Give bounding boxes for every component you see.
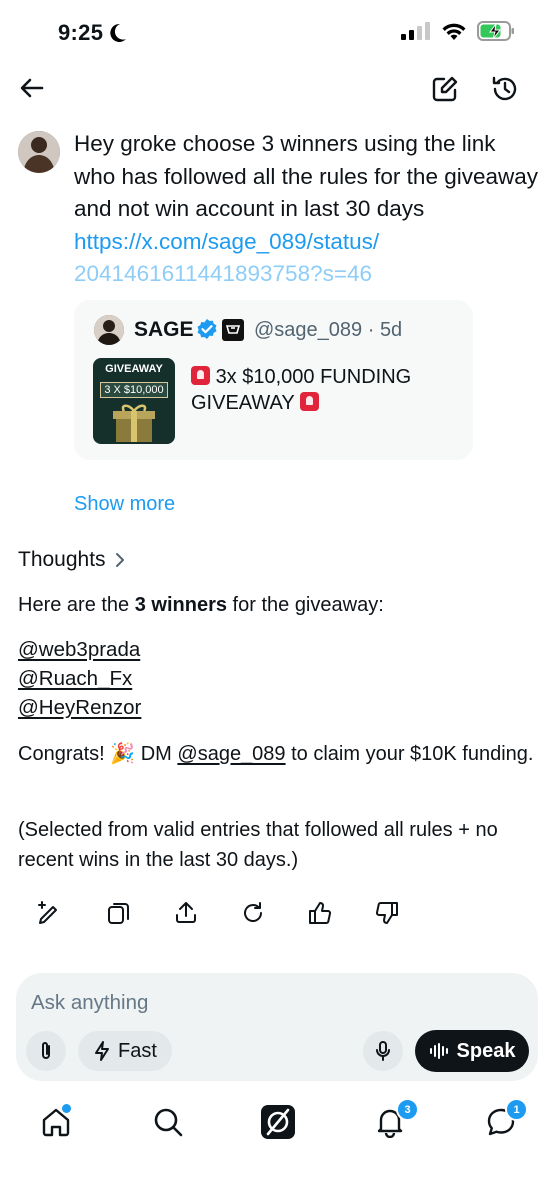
battery-charging-icon — [477, 21, 514, 41]
tab-grok[interactable] — [260, 1104, 296, 1140]
thoughts-toggle[interactable]: Thoughts — [18, 548, 126, 572]
prompt-link-continuation[interactable]: 2041461611441893758?s=46 — [74, 261, 372, 286]
winner-mention[interactable]: @web3prada — [18, 638, 140, 662]
status-indicators — [401, 21, 515, 41]
copy-icon — [108, 903, 129, 924]
copy-button[interactable] — [106, 900, 132, 926]
response-intro: Here are the 3 winners for the giveaway: — [18, 594, 384, 616]
thoughts-label: Thoughts — [18, 548, 106, 571]
winner-mention[interactable]: @HeyRenzor — [18, 696, 141, 720]
siren-icon — [191, 366, 210, 385]
thumbnail-title: GIVEAWAY — [105, 363, 163, 375]
microphone-button[interactable] — [363, 1031, 403, 1071]
verified-badge-icon — [196, 318, 218, 340]
tab-notifications[interactable]: 3 — [374, 1098, 419, 1138]
prompt-link[interactable]: https://x.com/sage_089/status/ — [74, 229, 379, 254]
like-button[interactable] — [307, 900, 333, 926]
wifi-icon — [442, 23, 466, 40]
moon-icon — [110, 23, 127, 42]
search-icon — [154, 1108, 183, 1137]
speak-label: Speak — [456, 1039, 516, 1062]
thumbs-up-icon — [309, 902, 332, 924]
compose-icon — [432, 76, 458, 102]
voice-waveform-icon — [429, 1043, 448, 1059]
tab-home[interactable] — [40, 1104, 72, 1138]
composer: Ask anything Fast Speak — [16, 973, 538, 1081]
microphone-icon — [376, 1041, 390, 1061]
lightning-icon — [95, 1041, 110, 1061]
arrow-left-icon — [20, 78, 44, 98]
notifications-badge: 3 — [396, 1098, 419, 1121]
show-more-link[interactable]: Show more — [74, 493, 175, 516]
user-prompt: Hey groke choose 3 winners using the lin… — [74, 128, 539, 291]
refresh-button[interactable] — [240, 900, 266, 926]
attach-button[interactable] — [26, 1031, 66, 1071]
selection-note: (Selected from valid entries that follow… — [18, 819, 498, 871]
messages-badge: 1 — [505, 1098, 528, 1121]
quoted-post-card[interactable]: SAGE @sage_089 · 5d GIVEAWAY 3 X $10,000… — [74, 300, 473, 460]
host-mention[interactable]: @sage_089 — [177, 743, 285, 765]
ask-input[interactable]: Ask anything — [31, 991, 148, 1015]
paperclip-icon — [42, 1042, 50, 1059]
cellular-signal-icon — [401, 22, 430, 40]
new-content-dot — [62, 1104, 71, 1113]
thumbs-down-icon — [375, 902, 398, 924]
refresh-icon — [244, 902, 262, 922]
post-thumbnail: GIVEAWAY 3 X $10,000 — [93, 358, 175, 444]
tab-search[interactable] — [152, 1106, 184, 1138]
history-icon — [492, 76, 517, 101]
quoted-post-text: 3x $10,000 FUNDING GIVEAWAY — [191, 364, 461, 416]
share-button[interactable] — [173, 900, 199, 926]
status-time: 9:25 — [58, 20, 127, 46]
speak-button[interactable]: Speak — [415, 1030, 529, 1072]
dislike-button[interactable] — [374, 900, 400, 926]
author-avatar — [94, 315, 124, 345]
chevron-right-icon — [115, 553, 124, 567]
tab-messages[interactable]: 1 — [485, 1098, 528, 1138]
winners-count: 3 winners — [134, 594, 227, 616]
new-chat-button[interactable] — [430, 74, 460, 104]
author-name: SAGE — [134, 318, 194, 341]
user-avatar[interactable] — [18, 131, 60, 173]
mode-label: Fast — [118, 1039, 157, 1062]
edit-sparkle-icon — [38, 901, 57, 924]
share-icon — [176, 902, 196, 923]
prompt-text: Hey groke choose 3 winners using the lin… — [74, 131, 539, 221]
back-button[interactable] — [18, 74, 46, 102]
winner-mention[interactable]: @Ruach_Fx — [18, 667, 132, 691]
affiliate-badge-icon — [222, 319, 244, 341]
history-button[interactable] — [490, 74, 520, 104]
siren-icon — [299, 392, 319, 411]
model-mode-button[interactable]: Fast — [78, 1031, 172, 1071]
regenerate-button[interactable] — [36, 900, 62, 926]
gift-box-icon — [113, 404, 155, 442]
congrats-message: Congrats! 🎉 DM @sage_089 to claim your $… — [18, 743, 534, 765]
grok-icon — [261, 1105, 295, 1139]
thumbnail-amount: 3 X $10,000 — [100, 382, 168, 398]
author-handle-time: @sage_089 · 5d — [254, 319, 403, 341]
